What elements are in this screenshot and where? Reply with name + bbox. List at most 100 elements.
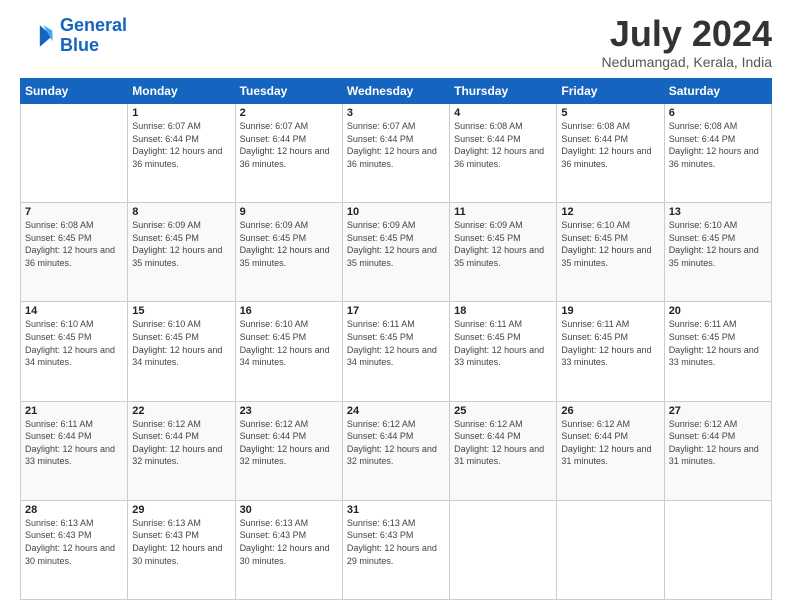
day-number: 17 [347,305,445,317]
day-number: 11 [454,206,552,218]
col-sunday: Sunday [21,79,128,104]
cell-info: Sunrise: 6:12 AMSunset: 6:44 PMDaylight:… [454,419,544,467]
day-number: 22 [132,405,230,417]
calendar-cell: 3Sunrise: 6:07 AMSunset: 6:44 PMDaylight… [342,104,449,203]
calendar-cell: 9 Sunrise: 6:09 AMSunset: 6:45 PMDaylight… [235,203,342,302]
calendar-cell: 11 Sunrise: 6:09 AMSunset: 6:45 PMDayligh… [450,203,557,302]
calendar-cell: 24 Sunrise: 6:12 AMSunset: 6:44 PMDayligh… [342,401,449,500]
day-number: 31 [347,504,445,516]
calendar-cell: 25 Sunrise: 6:12 AMSunset: 6:44 PMDayligh… [450,401,557,500]
day-number: 9 [240,206,338,218]
calendar-cell [664,500,771,599]
calendar-cell: 8Sunrise: 6:09 AMSunset: 6:45 PMDaylight… [128,203,235,302]
col-saturday: Saturday [664,79,771,104]
cell-info: Sunrise: 6:12 AMSunset: 6:44 PMDaylight:… [132,419,222,467]
day-number: 6 [669,107,767,119]
day-number: 23 [240,405,338,417]
cell-info: Sunrise: 6:11 AMSunset: 6:45 PMDaylight:… [669,319,759,367]
calendar-cell: 19 Sunrise: 6:11 AMSunset: 6:45 PMDayligh… [557,302,664,401]
calendar-cell: 20 Sunrise: 6:11 AMSunset: 6:45 PMDayligh… [664,302,771,401]
calendar-cell: 17 Sunrise: 6:11 AMSunset: 6:45 PMDayligh… [342,302,449,401]
day-number: 10 [347,206,445,218]
cell-info: Sunrise: 6:12 AMSunset: 6:44 PMDaylight:… [561,419,651,467]
cell-info: Sunrise: 6:08 AMSunset: 6:44 PMDaylight:… [669,121,759,169]
calendar-cell: 1Sunrise: 6:07 AMSunset: 6:44 PMDaylight… [128,104,235,203]
day-number: 18 [454,305,552,317]
cell-info: Sunrise: 6:10 AMSunset: 6:45 PMDaylight:… [240,319,330,367]
calendar-cell: 15Sunrise: 6:10 AMSunset: 6:45 PMDayligh… [128,302,235,401]
cell-info: Sunrise: 6:09 AMSunset: 6:45 PMDaylight:… [454,220,544,268]
logo-text: General Blue [60,16,127,56]
day-number: 26 [561,405,659,417]
calendar-cell: 13Sunrise: 6:10 AMSunset: 6:45 PMDayligh… [664,203,771,302]
cell-info: Sunrise: 6:07 AMSunset: 6:44 PMDaylight:… [132,121,222,169]
subtitle: Nedumangad, Kerala, India [602,54,772,70]
day-number: 30 [240,504,338,516]
cell-info: Sunrise: 6:13 AMSunset: 6:43 PMDaylight:… [25,518,115,566]
calendar-cell: 5Sunrise: 6:08 AMSunset: 6:44 PMDaylight… [557,104,664,203]
cell-info: Sunrise: 6:10 AMSunset: 6:45 PMDaylight:… [25,319,115,367]
cell-info: Sunrise: 6:08 AMSunset: 6:44 PMDaylight:… [561,121,651,169]
day-number: 4 [454,107,552,119]
title-block: July 2024 Nedumangad, Kerala, India [602,16,772,70]
calendar-week-1: 1Sunrise: 6:07 AMSunset: 6:44 PMDaylight… [21,104,772,203]
calendar-week-4: 21Sunrise: 6:11 AMSunset: 6:44 PMDayligh… [21,401,772,500]
cell-info: Sunrise: 6:09 AMSunset: 6:45 PMDaylight:… [240,220,330,268]
calendar-table: Sunday Monday Tuesday Wednesday Thursday… [20,78,772,600]
calendar-cell: 22 Sunrise: 6:12 AMSunset: 6:44 PMDayligh… [128,401,235,500]
logo-line2: Blue [60,35,99,55]
cell-info: Sunrise: 6:12 AMSunset: 6:44 PMDaylight:… [347,419,437,467]
cell-info: Sunrise: 6:08 AMSunset: 6:45 PMDaylight:… [25,220,115,268]
calendar-week-2: 7 Sunrise: 6:08 AMSunset: 6:45 PMDaylight… [21,203,772,302]
cell-info: Sunrise: 6:12 AMSunset: 6:44 PMDaylight:… [240,419,330,467]
header: General Blue July 2024 Nedumangad, Keral… [20,16,772,70]
day-number: 3 [347,107,445,119]
day-number: 25 [454,405,552,417]
calendar-week-5: 28 Sunrise: 6:13 AMSunset: 6:43 PMDayligh… [21,500,772,599]
col-thursday: Thursday [450,79,557,104]
calendar-cell: 27Sunrise: 6:12 AMSunset: 6:44 PMDayligh… [664,401,771,500]
logo: General Blue [20,16,127,56]
col-friday: Friday [557,79,664,104]
calendar-cell: 2 Sunrise: 6:07 AMSunset: 6:44 PMDaylight… [235,104,342,203]
calendar-cell: 23 Sunrise: 6:12 AMSunset: 6:44 PMDayligh… [235,401,342,500]
calendar-cell: 21Sunrise: 6:11 AMSunset: 6:44 PMDayligh… [21,401,128,500]
cell-info: Sunrise: 6:13 AMSunset: 6:43 PMDaylight:… [132,518,222,566]
col-tuesday: Tuesday [235,79,342,104]
calendar-cell: 30 Sunrise: 6:13 AMSunset: 6:43 PMDayligh… [235,500,342,599]
day-number: 2 [240,107,338,119]
calendar-cell: 18 Sunrise: 6:11 AMSunset: 6:45 PMDayligh… [450,302,557,401]
logo-icon [20,18,56,54]
day-number: 19 [561,305,659,317]
calendar-cell: 31 Sunrise: 6:13 AMSunset: 6:43 PMDayligh… [342,500,449,599]
col-wednesday: Wednesday [342,79,449,104]
cell-info: Sunrise: 6:07 AMSunset: 6:44 PMDaylight:… [240,121,330,169]
day-number: 20 [669,305,767,317]
cell-info: Sunrise: 6:11 AMSunset: 6:45 PMDaylight:… [454,319,544,367]
day-number: 16 [240,305,338,317]
calendar-header-row: Sunday Monday Tuesday Wednesday Thursday… [21,79,772,104]
page: General Blue July 2024 Nedumangad, Keral… [0,0,792,612]
calendar-cell: 26 Sunrise: 6:12 AMSunset: 6:44 PMDayligh… [557,401,664,500]
cell-info: Sunrise: 6:13 AMSunset: 6:43 PMDaylight:… [347,518,437,566]
day-number: 7 [25,206,123,218]
cell-info: Sunrise: 6:13 AMSunset: 6:43 PMDaylight:… [240,518,330,566]
cell-info: Sunrise: 6:09 AMSunset: 6:45 PMDaylight:… [347,220,437,268]
cell-info: Sunrise: 6:10 AMSunset: 6:45 PMDaylight:… [132,319,222,367]
calendar-cell [21,104,128,203]
calendar-cell: 12Sunrise: 6:10 AMSunset: 6:45 PMDayligh… [557,203,664,302]
cell-info: Sunrise: 6:11 AMSunset: 6:45 PMDaylight:… [347,319,437,367]
calendar-cell [450,500,557,599]
cell-info: Sunrise: 6:11 AMSunset: 6:45 PMDaylight:… [561,319,651,367]
calendar-cell: 10 Sunrise: 6:09 AMSunset: 6:45 PMDayligh… [342,203,449,302]
calendar-cell: 4 Sunrise: 6:08 AMSunset: 6:44 PMDaylight… [450,104,557,203]
cell-info: Sunrise: 6:10 AMSunset: 6:45 PMDaylight:… [561,220,651,268]
day-number: 28 [25,504,123,516]
month-title: July 2024 [602,16,772,52]
calendar-cell: 7 Sunrise: 6:08 AMSunset: 6:45 PMDaylight… [21,203,128,302]
calendar-cell: 29Sunrise: 6:13 AMSunset: 6:43 PMDayligh… [128,500,235,599]
day-number: 24 [347,405,445,417]
cell-info: Sunrise: 6:08 AMSunset: 6:44 PMDaylight:… [454,121,544,169]
day-number: 14 [25,305,123,317]
calendar-cell: 28 Sunrise: 6:13 AMSunset: 6:43 PMDayligh… [21,500,128,599]
